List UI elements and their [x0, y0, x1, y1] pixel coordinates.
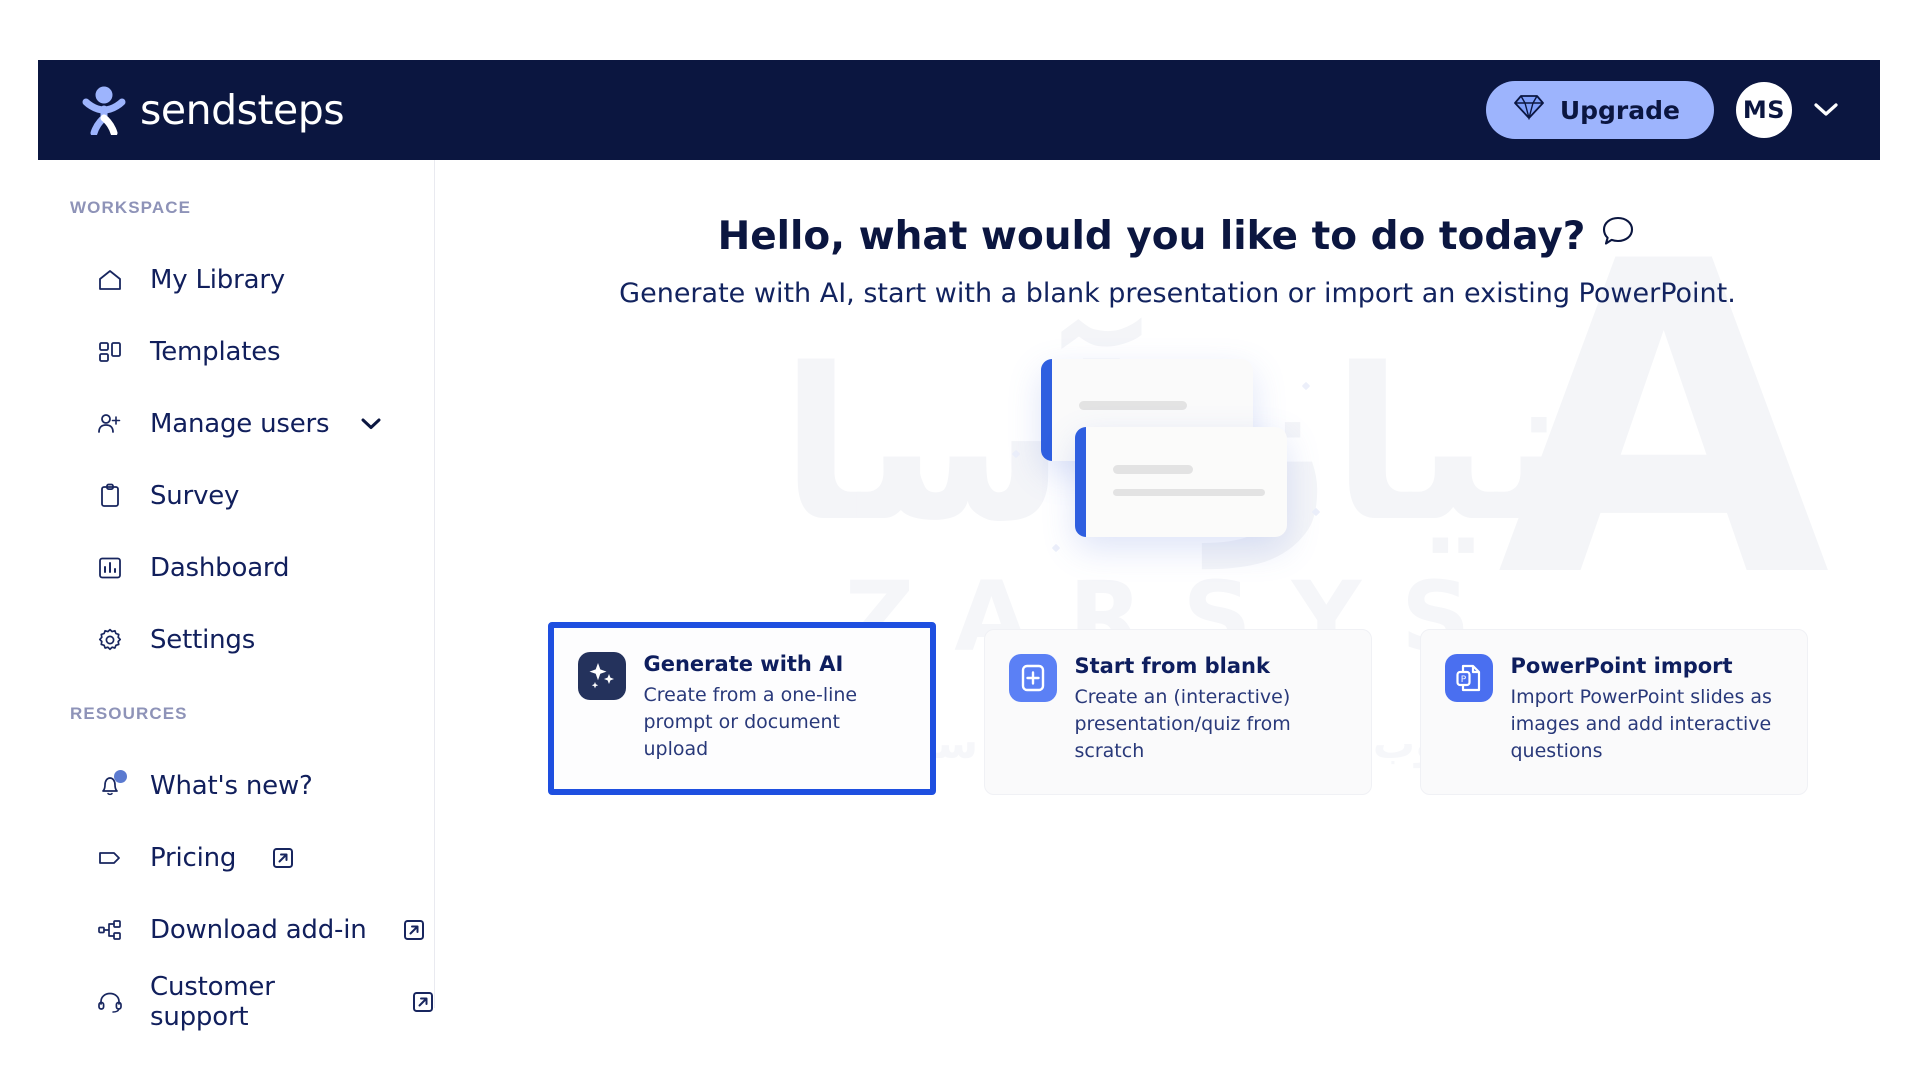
- page-subtitle: Generate with AI, start with a blank pre…: [619, 278, 1736, 309]
- option-card-generate-with-ai[interactable]: Generate with AI Create from a one-line …: [547, 622, 936, 795]
- option-card-powerpoint-import[interactable]: P PowerPoint import Import PowerPoint sl…: [1419, 629, 1808, 795]
- option-title: PowerPoint import: [1510, 654, 1733, 678]
- avatar[interactable]: MS: [1736, 82, 1792, 138]
- powerpoint-file-icon: P: [1444, 654, 1493, 702]
- sidebar-item-label: What's new?: [150, 771, 313, 801]
- external-link-icon[interactable]: [272, 847, 294, 869]
- slide-card-front: [1074, 427, 1287, 537]
- sidebar: WORKSPACE My Library Templates Manage us…: [0, 160, 435, 1032]
- sidebar-item-label: Dashboard: [150, 553, 290, 583]
- sidebar-item-whats-new[interactable]: What's new?: [0, 750, 434, 822]
- sidebar-item-label: Survey: [150, 481, 240, 511]
- brand-name: sendsteps: [140, 86, 345, 134]
- tag-icon: [96, 844, 124, 872]
- option-card-start-from-blank[interactable]: Start from blank Create an (interactive)…: [983, 629, 1372, 795]
- upgrade-label: Upgrade: [1559, 95, 1680, 125]
- sidebar-item-label: Customer support: [150, 972, 275, 1032]
- chevron-down-icon[interactable]: [1814, 99, 1838, 121]
- plugin-icon: [96, 916, 124, 944]
- brand-logo[interactable]: sendsteps: [60, 85, 345, 137]
- upgrade-button[interactable]: Upgrade: [1485, 81, 1714, 139]
- sparkle-icon: [577, 652, 626, 700]
- plus-square-icon: [1008, 654, 1057, 702]
- card-spacer: [1372, 629, 1420, 795]
- bell-icon: [96, 770, 127, 800]
- main-content: A نیاز آسا ZARSYS بانی وب ، بانی ترین ، …: [435, 160, 1920, 1008]
- speech-bubble-icon: [1599, 212, 1637, 260]
- option-description: Create from a one-line prompt or documen…: [643, 684, 858, 760]
- sidebar-item-download-add-in[interactable]: Download add-in: [0, 894, 434, 966]
- sidebar-item-pricing[interactable]: Pricing: [0, 822, 434, 894]
- sendsteps-person-logo-icon: [82, 85, 126, 137]
- headset-icon: [96, 988, 124, 1016]
- sidebar-item-label: Download add-in: [150, 915, 367, 945]
- sidebar-item-customer-support[interactable]: Customer support: [0, 966, 434, 1038]
- option-title: Start from blank: [1074, 654, 1270, 678]
- sidebar-item-dashboard[interactable]: Dashboard: [0, 532, 434, 604]
- stacked-slides-illustration: [435, 321, 1920, 621]
- chart-icon: [96, 554, 124, 582]
- option-description: Import PowerPoint slides as images and a…: [1510, 686, 1772, 762]
- notification-dot-badge: [114, 770, 127, 783]
- option-description: Create an (interactive) presentation/qui…: [1074, 686, 1291, 762]
- external-link-icon[interactable]: [403, 919, 425, 941]
- sidebar-item-label: Pricing: [150, 843, 237, 873]
- sidebar-item-my-library[interactable]: My Library: [0, 244, 434, 316]
- sidebar-item-manage-users[interactable]: Manage users: [0, 388, 434, 460]
- svg-text:P: P: [1460, 675, 1466, 685]
- clipboard-icon: [96, 482, 124, 510]
- sidebar-item-survey[interactable]: Survey: [0, 460, 434, 532]
- option-title: Generate with AI: [643, 652, 844, 676]
- header-actions: Upgrade MS: [1485, 81, 1858, 139]
- sidebar-item-label: Manage users: [150, 409, 330, 439]
- sidebar-section-workspace: WORKSPACE: [70, 198, 192, 217]
- sidebar-item-label: My Library: [150, 265, 285, 295]
- grid-icon: [96, 338, 124, 366]
- card-spacer: [936, 629, 984, 795]
- avatar-initials: MS: [1742, 96, 1786, 124]
- home-icon: [96, 266, 124, 294]
- diamond-icon: [1513, 94, 1544, 126]
- top-header: sendsteps Upgrade MS: [38, 60, 1880, 160]
- page-title-text: Hello, what would you like to do today?: [717, 213, 1586, 259]
- chevron-down-icon[interactable]: [361, 414, 381, 435]
- external-link-icon[interactable]: [412, 991, 434, 1013]
- sidebar-item-settings[interactable]: Settings: [0, 604, 434, 676]
- page-title: Hello, what would you like to do today?: [435, 212, 1920, 260]
- sidebar-item-label: Settings: [150, 625, 256, 655]
- app-root: sendsteps Upgrade MS WORKSPACE My Librar…: [0, 0, 1920, 1080]
- sidebar-item-label: Templates: [150, 337, 281, 367]
- create-options: Generate with AI Create from a one-line …: [435, 622, 1920, 795]
- gear-icon: [96, 626, 124, 654]
- sidebar-section-resources: RESOURCES: [70, 704, 188, 723]
- user-add-icon: [96, 410, 124, 438]
- sidebar-item-templates[interactable]: Templates: [0, 316, 434, 388]
